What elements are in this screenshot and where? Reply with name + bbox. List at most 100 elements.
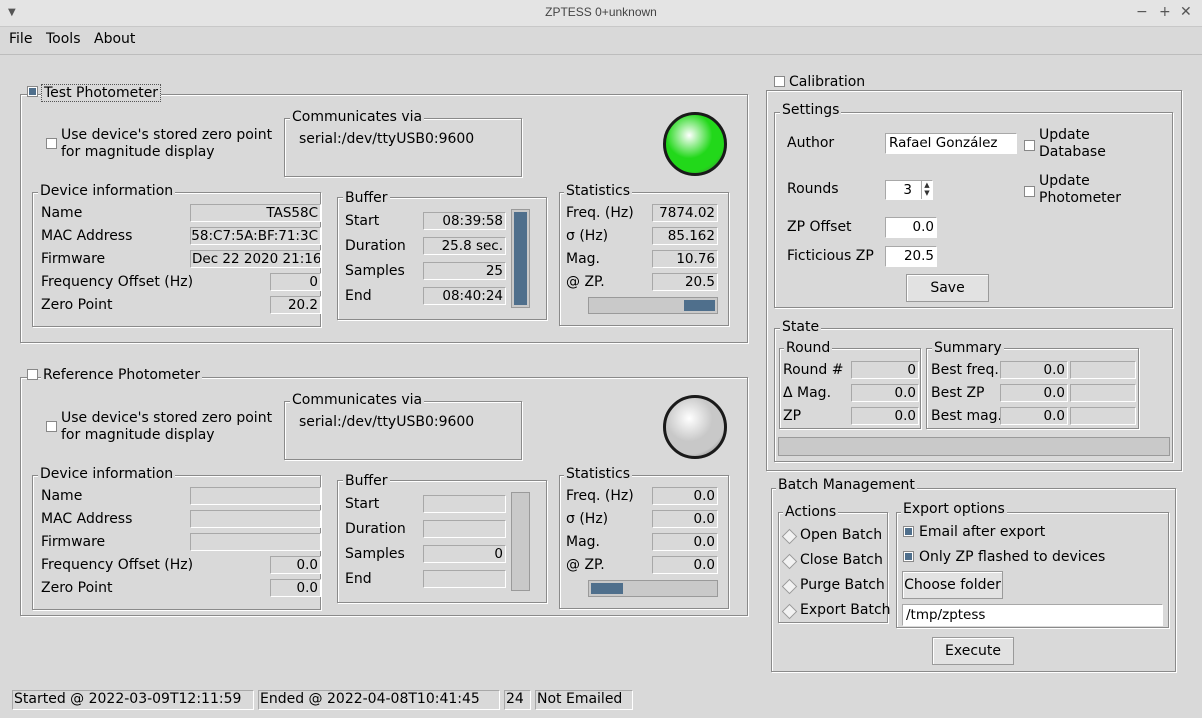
- ref-duration-label: Duration: [345, 521, 406, 537]
- state-title: State: [780, 319, 822, 335]
- ref-freq-offset-label: Frequency Offset (Hz): [41, 557, 194, 573]
- author-input[interactable]: Rafael González: [885, 133, 1017, 154]
- test-mag-value: 10.76: [652, 250, 718, 268]
- ref-end-label: End: [345, 571, 372, 587]
- ref-comm-value: serial:/dev/ttyUSB0:9600: [299, 414, 475, 430]
- folder-path-input[interactable]: /tmp/zptess: [902, 604, 1163, 626]
- round-zp-label: ZP: [783, 408, 802, 424]
- ref-end-value: [423, 570, 506, 588]
- save-button[interactable]: Save: [906, 274, 989, 302]
- ref-samples-label: Samples: [345, 546, 405, 562]
- test-photometer-checkbox[interactable]: [27, 86, 38, 97]
- ref-stats-progress-fill: [591, 583, 623, 594]
- test-freq-label: Freq. (Hz): [566, 205, 634, 221]
- test-fw-label: Firmware: [41, 251, 106, 267]
- test-stats-title: Statistics: [564, 183, 632, 199]
- ref-status-led: [663, 395, 727, 459]
- title-bar: ▼ ZPTESS 0+unknown − + ✕: [0, 0, 1202, 27]
- ref-duration-value: [423, 520, 506, 538]
- test-sigma-value: 85.162: [652, 227, 718, 245]
- ref-atzp-value: 0.0: [652, 556, 718, 574]
- minimize-button[interactable]: −: [1136, 4, 1148, 20]
- ref-comm-title: Communicates via: [290, 392, 425, 408]
- status-emailed: Not Emailed: [537, 691, 623, 707]
- test-comm-title: Communicates via: [290, 109, 425, 125]
- best-zp-value: 0.0: [1000, 384, 1068, 402]
- summary-title: Summary: [932, 340, 1004, 356]
- status-ended: Ended @ 2022-04-08T10:41:45: [260, 691, 480, 707]
- delta-mag-value: 0.0: [851, 384, 919, 402]
- ref-mag-value: 0.0: [652, 533, 718, 551]
- test-atzp-value: 20.5: [652, 273, 718, 291]
- round-number-value: 0: [851, 361, 919, 379]
- ref-start-label: Start: [345, 496, 380, 512]
- only-zp-checkbox[interactable]: [903, 551, 914, 562]
- batch-title: Batch Management: [776, 477, 917, 493]
- menu-bar: File Tools About: [0, 27, 1202, 55]
- round-zp-value: 0.0: [851, 407, 919, 425]
- best-mag-label: Best mag.: [931, 408, 1003, 424]
- ref-photometer-checkbox[interactable]: [27, 369, 38, 380]
- test-buffer-level: [511, 209, 530, 308]
- purge-batch-label[interactable]: Purge Batch: [800, 577, 885, 594]
- ref-start-value: [423, 495, 506, 513]
- ref-mag-label: Mag.: [566, 534, 600, 550]
- export-batch-label[interactable]: Export Batch: [800, 602, 891, 619]
- test-use-zp-checkbox[interactable]: [46, 138, 57, 149]
- settings-title: Settings: [780, 102, 842, 118]
- test-start-label: Start: [345, 213, 380, 229]
- test-buffer-fill: [514, 212, 527, 305]
- ref-mac-label: MAC Address: [41, 511, 133, 527]
- best-mag-extra: [1070, 407, 1136, 425]
- ref-sigma-label: σ (Hz): [566, 511, 609, 527]
- test-use-zp-label: Use device's stored zero point: [61, 127, 273, 143]
- close-button[interactable]: ✕: [1180, 4, 1192, 20]
- actions-title: Actions: [783, 504, 839, 520]
- ref-use-zp-checkbox[interactable]: [46, 421, 57, 432]
- ref-mac-value: [190, 510, 321, 528]
- test-stats-progress: [588, 297, 718, 314]
- update-photometer-checkbox[interactable]: [1024, 186, 1035, 197]
- spin-down-icon[interactable]: ▼: [922, 189, 932, 197]
- test-zp-label: Zero Point: [41, 297, 113, 313]
- calibration-checkbox[interactable]: [774, 76, 785, 87]
- menu-file[interactable]: File: [9, 31, 32, 47]
- test-freq-offset-value: 0: [270, 273, 321, 291]
- test-devinfo-title: Device information: [38, 183, 176, 199]
- ficticious-zp-label: Ficticious ZP: [787, 248, 874, 264]
- spin-up-icon[interactable]: ▲: [922, 181, 932, 189]
- ref-fw-label: Firmware: [41, 534, 106, 550]
- test-photometer-title: Test Photometer: [41, 84, 162, 102]
- ficticious-zp-input[interactable]: 20.5: [885, 246, 937, 267]
- ref-name-label: Name: [41, 488, 83, 504]
- execute-button[interactable]: Execute: [932, 637, 1014, 665]
- ref-samples-value: 0: [423, 545, 506, 563]
- best-zp-label: Best ZP: [931, 385, 985, 401]
- test-end-value: 08:40:24: [423, 287, 506, 305]
- zp-offset-label: ZP Offset: [787, 219, 852, 235]
- test-comm-value: serial:/dev/ttyUSB0:9600: [299, 131, 475, 147]
- ref-photometer-title: Reference Photometer: [41, 367, 202, 383]
- calibration-title: Calibration: [787, 74, 868, 90]
- email-after-export-checkbox[interactable]: [903, 526, 914, 537]
- window-title: ZPTESS 0+unknown: [545, 5, 657, 19]
- update-database-checkbox[interactable]: [1024, 140, 1035, 151]
- best-zp-extra: [1070, 384, 1136, 402]
- ref-freq-offset-value: 0.0: [270, 556, 321, 574]
- test-start-value: 08:39:58: [423, 212, 506, 230]
- zp-offset-input[interactable]: 0.0: [885, 217, 937, 238]
- close-batch-label[interactable]: Close Batch: [800, 552, 883, 569]
- rounds-spin-arrows[interactable]: ▲ ▼: [921, 181, 932, 199]
- best-freq-extra: [1070, 361, 1136, 379]
- test-duration-label: Duration: [345, 238, 406, 254]
- menu-tools[interactable]: Tools: [46, 31, 81, 47]
- best-mag-value: 0.0: [1000, 407, 1068, 425]
- best-freq-label: Best freq.: [931, 362, 999, 378]
- update-photometer-label-2: Photometer: [1039, 190, 1122, 206]
- open-batch-label[interactable]: Open Batch: [800, 527, 882, 544]
- choose-folder-button[interactable]: Choose folder: [902, 571, 1003, 599]
- test-sigma-label: σ (Hz): [566, 228, 609, 244]
- maximize-button[interactable]: +: [1159, 4, 1171, 20]
- menu-about[interactable]: About: [94, 31, 135, 47]
- test-freq-value: 7874.02: [652, 204, 718, 222]
